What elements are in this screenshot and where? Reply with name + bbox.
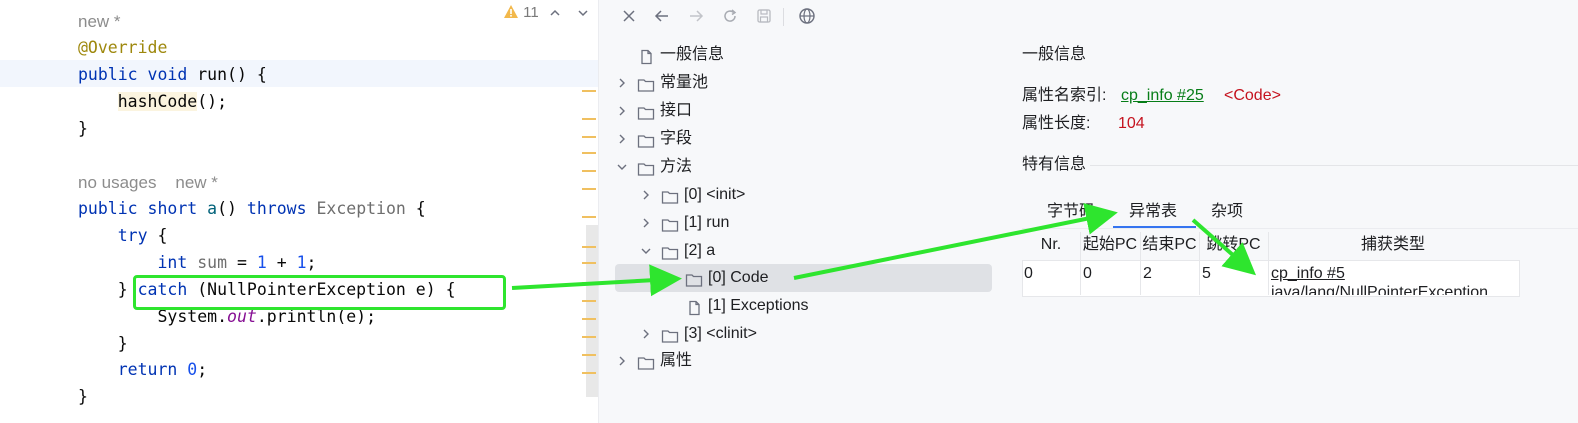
annotation-arrows (511, 203, 1257, 297)
arrow-tab-to-catch-type (1191, 218, 1257, 276)
arrow-catch-to-code (511, 264, 682, 297)
arrow-code-to-exception-tab (793, 203, 1118, 280)
